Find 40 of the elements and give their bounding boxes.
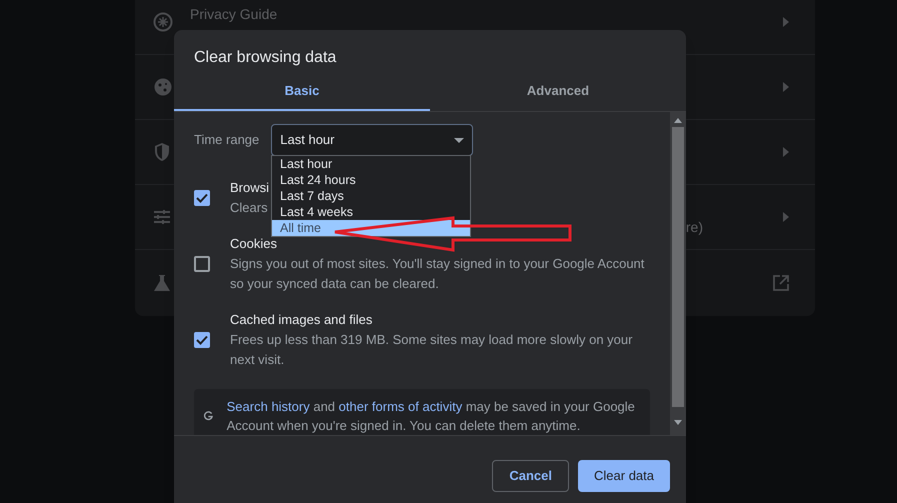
dropdown-caret-icon	[454, 138, 464, 142]
dropdown-option[interactable]: Last 4 weeks	[272, 204, 470, 220]
flask-icon	[153, 274, 171, 292]
compass-icon	[153, 12, 173, 32]
tab[interactable]: Advanced	[430, 72, 686, 111]
option-description: Clears	[230, 199, 269, 217]
option-description: Signs you out of most sites. You'll stay signed in to your Google Account so your synced data can be cleared.	[230, 255, 646, 293]
time-range-select[interactable]: Last hour	[271, 124, 474, 156]
option-description: Frees up less than 319 MB. Some sites may load more slowly on your next visit.	[230, 331, 634, 369]
row-text: re)	[686, 218, 703, 237]
option-title: Cookies	[230, 235, 278, 253]
info-text: Search history and other forms of activity may be saved in your Google Account when you're signed in. You can delete them anytime.	[226, 398, 636, 435]
scroll-down-icon[interactable]	[674, 420, 682, 425]
dialog-title: Clear browsing data	[194, 48, 336, 68]
scrollbar[interactable]	[670, 112, 686, 435]
dropdown-option[interactable]: Last 24 hours	[272, 172, 470, 188]
option-title: Cached images and files	[230, 311, 374, 329]
caret-icon[interactable]	[783, 212, 789, 222]
option-title: Browsi	[230, 179, 270, 197]
sliders-icon	[153, 209, 171, 225]
external-link-icon[interactable]	[773, 274, 789, 290]
checkbox[interactable]	[194, 332, 210, 348]
caret-icon[interactable]	[783, 147, 789, 157]
scrollbar-thumb[interactable]	[672, 127, 684, 407]
checkbox[interactable]	[194, 190, 210, 206]
dropdown-option[interactable]: Last hour	[272, 156, 470, 172]
shield-icon	[153, 142, 171, 162]
clear-data-button[interactable]: Clear data	[578, 460, 670, 492]
checkbox[interactable]	[194, 256, 210, 272]
caret-icon[interactable]	[783, 17, 789, 27]
cookie-icon	[153, 77, 173, 97]
info-link[interactable]: Search history	[226, 399, 310, 414]
info-link[interactable]: other forms of activity	[338, 399, 462, 414]
dropdown-option[interactable]: Last 7 days	[272, 188, 470, 204]
caret-icon[interactable]	[783, 82, 789, 92]
scroll-up-icon[interactable]	[674, 118, 682, 123]
cancel-button[interactable]: Cancel	[492, 460, 570, 492]
tab[interactable]: Basic	[174, 72, 430, 111]
row-label: Privacy Guide	[190, 6, 278, 22]
time-range-label: Time range	[194, 131, 260, 150]
